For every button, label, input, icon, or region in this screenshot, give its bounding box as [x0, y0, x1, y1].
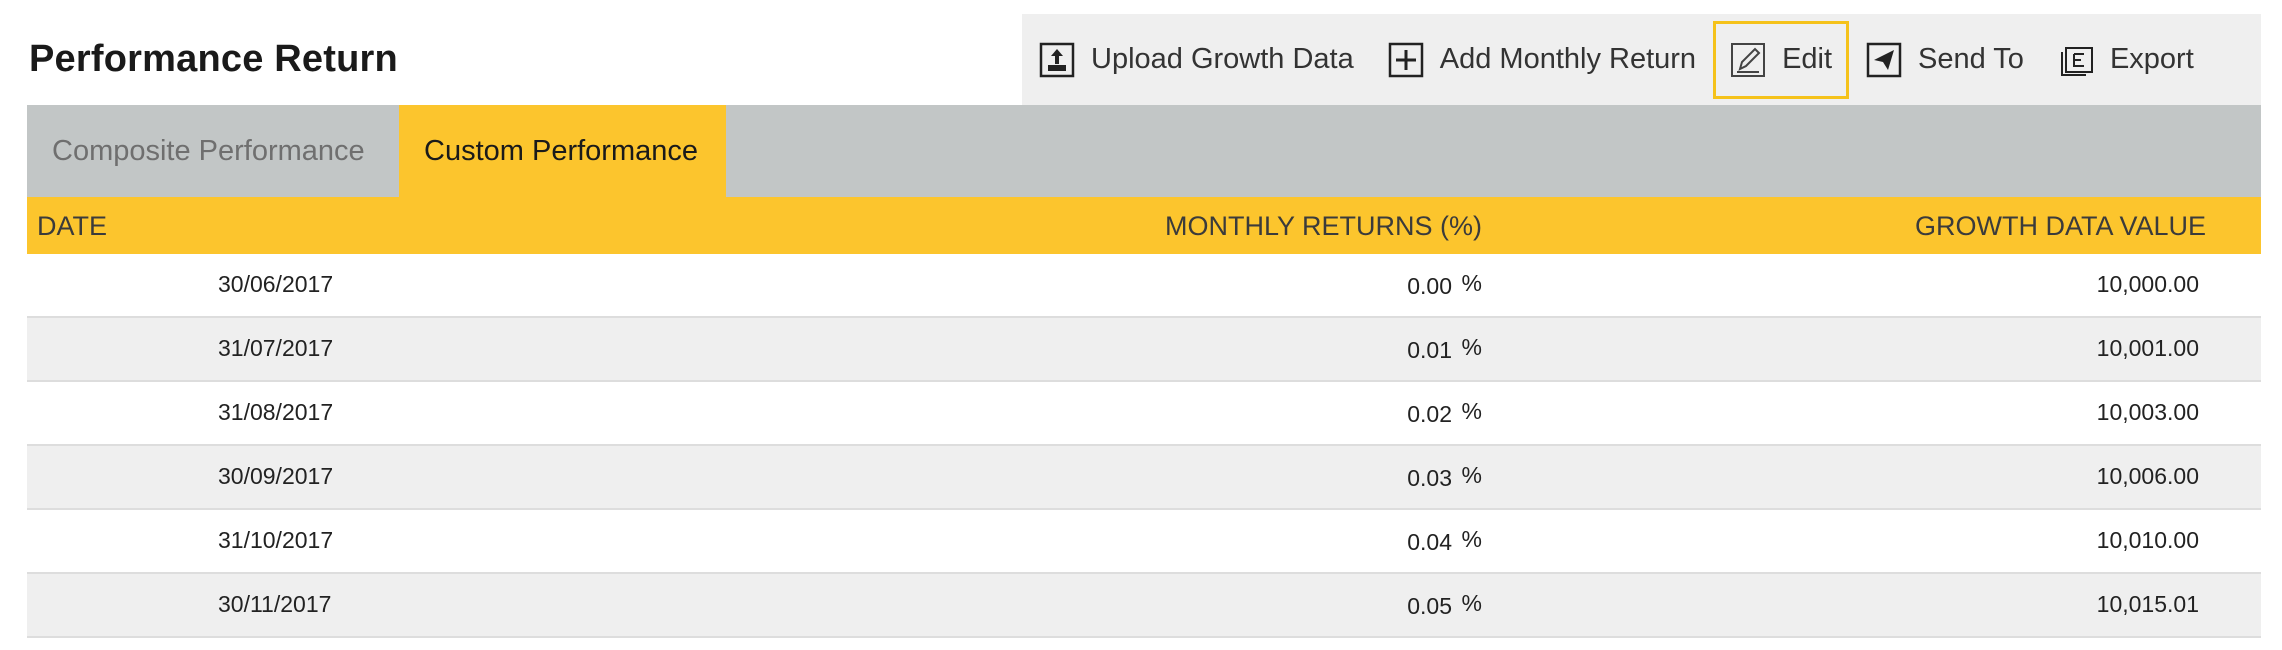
cell-monthly-return: 0.05: [1407, 593, 1452, 619]
column-header-date[interactable]: DATE: [37, 211, 107, 242]
column-header-growth-data-value[interactable]: GROWTH DATA VALUE: [1915, 211, 2206, 242]
send-to-button[interactable]: Send To: [1849, 21, 2041, 99]
cell-percent-sign: %: [1461, 590, 1482, 616]
table-row[interactable]: 30/09/2017 0.03 % 10,006.00: [27, 446, 2261, 510]
export-icon: [2058, 42, 2094, 78]
cell-date: 31/10/2017: [218, 527, 334, 553]
table-row[interactable]: 31/10/2017 0.04 % 10,010.00: [27, 510, 2261, 574]
table-row[interactable]: 30/06/2017 0.00 % 10,000.00: [27, 254, 2261, 318]
plus-box-icon: [1388, 42, 1424, 78]
cell-growth-value: 10,003.00: [2096, 399, 2199, 425]
cell-growth-value: 10,001.00: [2096, 335, 2199, 361]
upload-growth-data-label: Upload Growth Data: [1091, 43, 1354, 75]
cell-monthly-return: 0.03: [1407, 465, 1452, 491]
cell-monthly-return: 0.00: [1407, 273, 1452, 299]
cell-monthly-return: 0.02: [1407, 401, 1452, 427]
table-row[interactable]: 31/08/2017 0.02 % 10,003.00: [27, 382, 2261, 446]
cell-date: 31/07/2017: [218, 335, 334, 361]
edit-button[interactable]: Edit: [1713, 20, 1850, 99]
table-row[interactable]: 30/11/2017 0.05 % 10,015.01: [27, 574, 2261, 638]
add-monthly-return-button[interactable]: Add Monthly Return: [1371, 21, 1713, 99]
cell-date: 30/11/2017: [218, 591, 332, 617]
column-header-monthly-returns[interactable]: MONTHLY RETURNS (%): [1165, 211, 1482, 242]
export-button[interactable]: Export: [2041, 21, 2211, 99]
cell-percent-sign: %: [1461, 270, 1482, 296]
edit-icon: [1730, 42, 1766, 78]
cell-percent-sign: %: [1461, 398, 1482, 424]
edit-label: Edit: [1782, 43, 1833, 75]
cell-date: 30/09/2017: [218, 463, 334, 489]
cell-percent-sign: %: [1461, 526, 1482, 552]
send-icon: [1866, 42, 1902, 78]
cell-monthly-return: 0.04: [1407, 529, 1452, 555]
cell-growth-value: 10,006.00: [2096, 463, 2199, 489]
page-title: Performance Return: [29, 38, 398, 80]
send-to-label: Send To: [1918, 43, 2024, 75]
cell-growth-value: 10,010.00: [2096, 527, 2199, 553]
export-label: Export: [2109, 43, 2194, 75]
table-body: 30/06/2017 0.00 % 10,000.00 31/07/2017 0…: [27, 254, 2261, 638]
table-row[interactable]: 31/07/2017 0.01 % 10,001.00: [27, 318, 2261, 382]
toolbar: Upload Growth Data Add Monthly Return Ed…: [1022, 14, 2261, 105]
upload-icon: [1039, 42, 1075, 78]
tab-bar: Composite Performance Custom Performance: [27, 105, 2261, 197]
cell-growth-value: 10,000.00: [2096, 271, 2199, 297]
upload-growth-data-button[interactable]: Upload Growth Data: [1022, 21, 1371, 99]
add-monthly-return-label: Add Monthly Return: [1439, 43, 1697, 75]
cell-date: 31/08/2017: [218, 399, 334, 425]
cell-percent-sign: %: [1461, 334, 1482, 360]
tab-composite-performance[interactable]: Composite Performance: [27, 105, 399, 197]
cell-monthly-return: 0.01: [1407, 337, 1452, 363]
tab-custom-performance[interactable]: Custom Performance: [399, 105, 726, 197]
cell-percent-sign: %: [1461, 462, 1482, 488]
cell-date: 30/06/2017: [218, 271, 334, 297]
table-header: DATE MONTHLY RETURNS (%) GROWTH DATA VAL…: [27, 197, 2261, 254]
cell-growth-value: 10,015.01: [2096, 591, 2199, 617]
